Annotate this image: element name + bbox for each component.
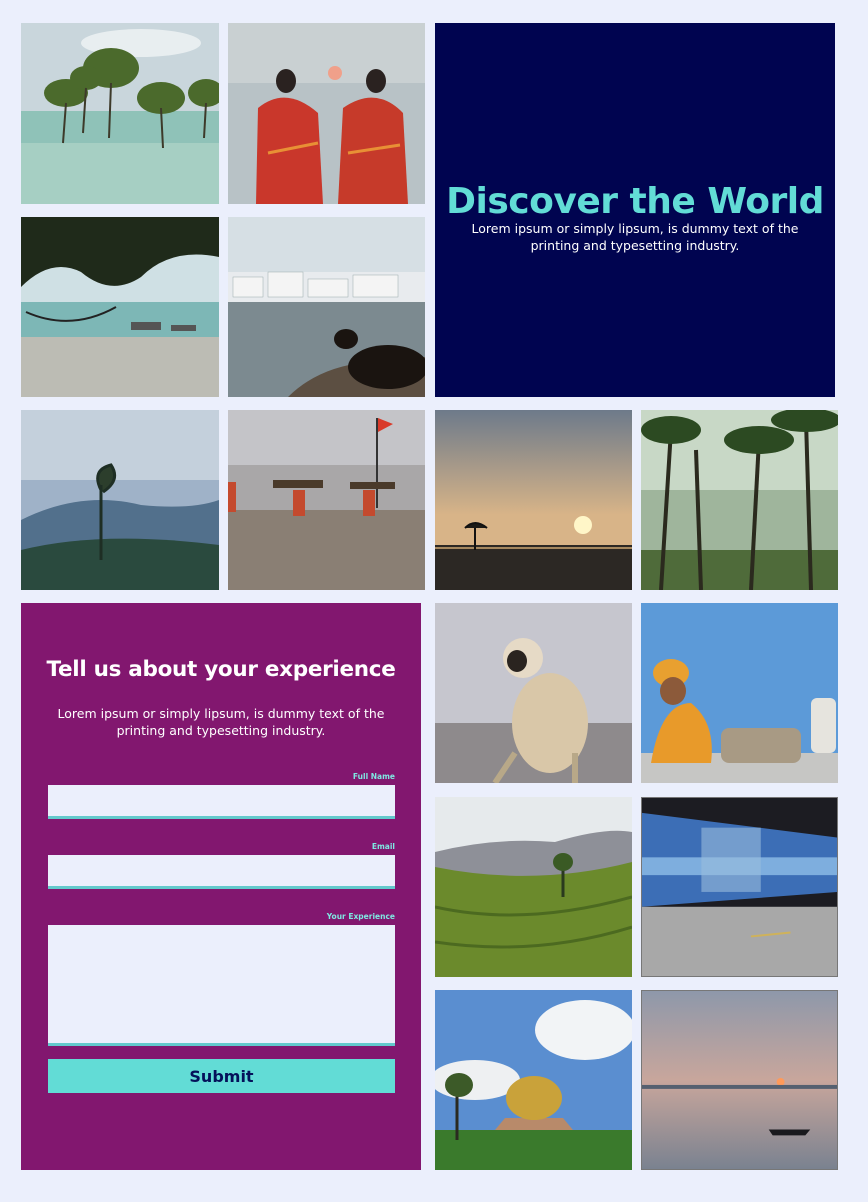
experience-textarea[interactable] [48, 925, 395, 1046]
experience-label: Your Experience [326, 912, 395, 921]
form-title: Tell us about your experience [46, 657, 396, 682]
gallery-photo-tea-plantation [435, 797, 632, 977]
gallery-photo-boat-dusk [641, 990, 838, 1170]
hero-banner: Discover the World Lorem ipsum or simply… [435, 23, 835, 397]
gallery-photo-mangroves [21, 23, 219, 204]
experience-form-panel: Tell us about your experience Lorem ipsu… [21, 603, 421, 1170]
hero-title: Discover the World [446, 181, 824, 222]
gallery-photo-hammock-beach [21, 217, 219, 397]
gallery-photo-beach-wood-carriers [228, 410, 425, 590]
form-description: Lorem ipsum or simply lipsum, is dummy t… [57, 706, 385, 738]
email-input[interactable] [48, 855, 395, 889]
submit-button[interactable]: Submit [48, 1059, 395, 1093]
full-name-input[interactable] [48, 785, 395, 819]
gallery-photo-cow-lake [228, 217, 425, 397]
hero-description: Lorem ipsum or simply lipsum, is dummy t… [471, 221, 799, 253]
gallery-photo-misty-hills [21, 410, 219, 590]
email-label: Email [371, 842, 395, 851]
gallery-photo-sunset-flats [435, 410, 632, 590]
gallery-photo-golden-dome [435, 990, 632, 1170]
gallery-photo-women-saris [228, 23, 425, 204]
gallery-photo-blue-train [641, 797, 838, 977]
gallery-photo-palm-forest [641, 410, 838, 590]
gallery-photo-langur-monkey [435, 603, 632, 783]
gallery-photo-sadhu-blue-wall [641, 603, 838, 783]
full-name-label: Full Name [352, 772, 395, 781]
